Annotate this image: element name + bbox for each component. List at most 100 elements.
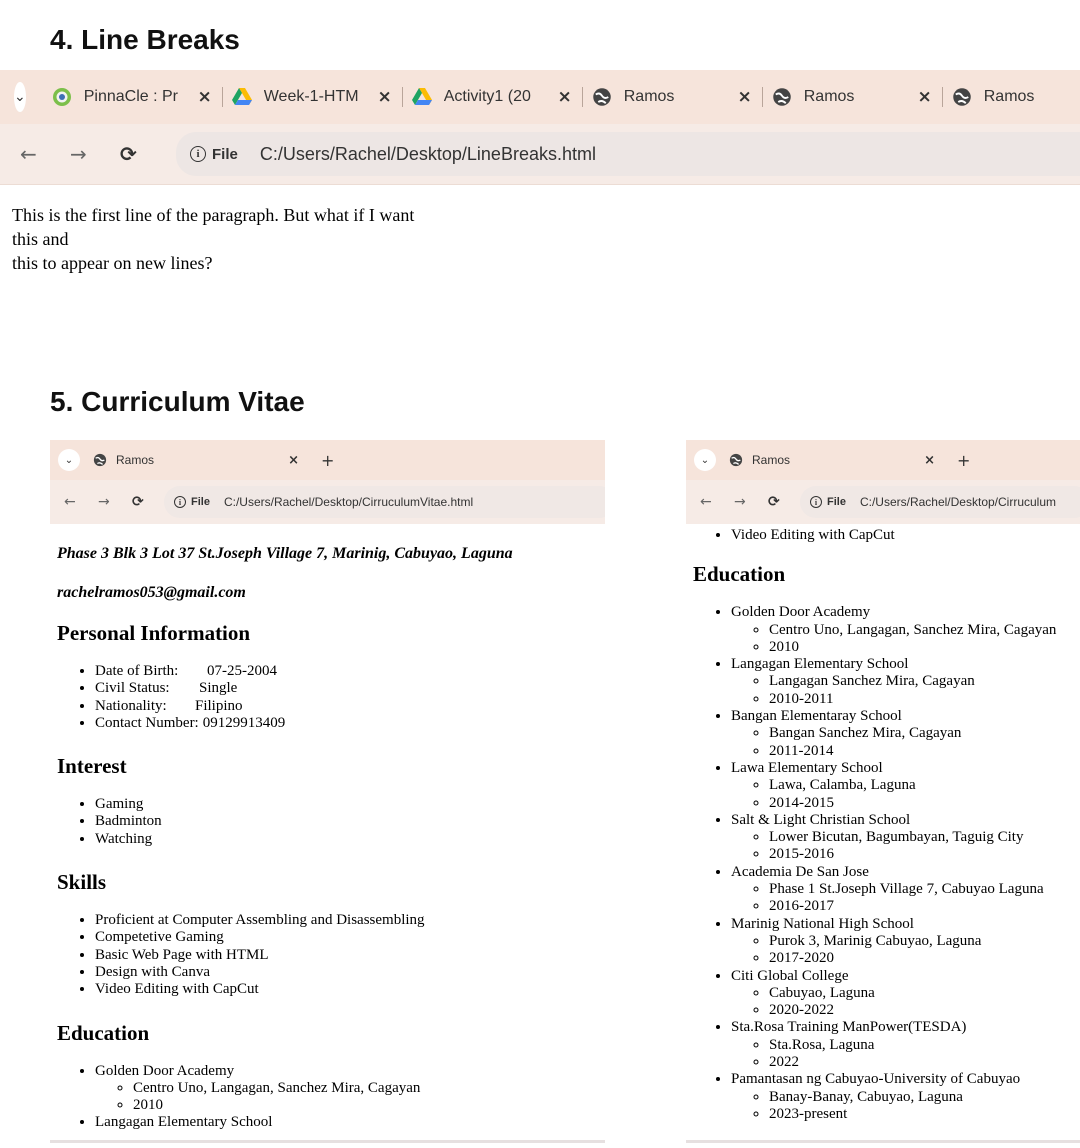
new-tab-button[interactable]: +: [321, 451, 334, 470]
cv-browser-screenshot-left: ⌄ Ramos × + ← → ⟳ i File C:/Users/Rachel…: [50, 440, 605, 1143]
close-icon[interactable]: ×: [924, 453, 935, 468]
site-info-chip[interactable]: i File: [190, 146, 238, 163]
list-item: Gaming: [95, 796, 513, 813]
back-button[interactable]: ←: [700, 494, 720, 510]
tab-5[interactable]: Ramos ×: [761, 70, 942, 124]
personal-info-label: Civil Status:: [95, 680, 170, 697]
close-icon[interactable]: ×: [737, 87, 751, 107]
school-name: Bangan Elementaray School: [731, 708, 902, 725]
forward-button[interactable]: →: [734, 494, 754, 510]
school-details: Langagan Sanchez Mira, Cagayan2010-2011: [731, 673, 1056, 708]
back-button[interactable]: ←: [20, 142, 50, 166]
address-bar[interactable]: i File C:/Users/Rachel/Desktop/LineBreak…: [176, 132, 1080, 176]
chevron-down-icon: ⌄: [700, 454, 710, 466]
school-details: Phase 1 St.Joseph Village 7, Cabuyao Lag…: [731, 881, 1056, 916]
school-detail: Centro Uno, Langagan, Sanchez Mira, Caga…: [769, 622, 1056, 639]
site-info-chip[interactable]: i File: [810, 496, 846, 508]
reload-button[interactable]: ⟳: [132, 494, 152, 510]
school-name: Salt & Light Christian School: [731, 811, 911, 828]
school-details: Cabuyao, Laguna2020-2022: [731, 985, 1056, 1020]
reload-button[interactable]: ⟳: [120, 142, 150, 166]
school-detail: Lawa, Calamba, Laguna: [769, 777, 1056, 794]
info-icon: i: [190, 146, 206, 162]
forward-button[interactable]: →: [70, 142, 100, 166]
cv-address: Phase 3 Blk 3 Lot 37 St.Joseph Village 7…: [57, 545, 513, 562]
tab-label: Ramos: [116, 453, 155, 467]
school-detail: Langagan Sanchez Mira, Cagayan: [769, 673, 1056, 690]
school-detail: Cabuyao, Laguna: [769, 985, 1056, 1002]
personal-info-item: Civil Status: Single: [95, 680, 513, 697]
school-detail: 2010: [133, 1097, 513, 1114]
school-detail: Purok 3, Marinig Cabuyao, Laguna: [769, 933, 1056, 950]
globe-icon: [728, 452, 744, 468]
list-item: Competetive Gaming: [95, 929, 513, 946]
school-detail: Banay-Banay, Cabuyao, Laguna: [769, 1089, 1056, 1106]
tab-search-button[interactable]: ⌄: [58, 449, 80, 471]
tab-label: Ramos: [752, 453, 791, 467]
window-bottom-edge: [50, 1140, 605, 1143]
list-item: Proficient at Computer Assembling and Di…: [95, 912, 513, 929]
reload-button[interactable]: ⟳: [768, 494, 788, 510]
tab-ramos[interactable]: Ramos ×: [92, 440, 307, 480]
close-icon[interactable]: ×: [197, 87, 211, 107]
school-detail: Centro Uno, Langagan, Sanchez Mira, Caga…: [133, 1080, 513, 1097]
personal-info-label: Nationality:: [95, 697, 167, 714]
pinnacle-icon: [52, 87, 72, 107]
school-detail: 2014-2015: [769, 795, 1056, 812]
tab-label: Week-1-HTM: [263, 88, 359, 105]
new-tab-button[interactable]: +: [957, 451, 970, 470]
skills-heading: Skills: [57, 870, 107, 895]
globe-icon: [592, 87, 612, 107]
school-details: Lower Bicutan, Bagumbayan, Taguig City20…: [731, 829, 1056, 864]
address-bar[interactable]: i File C:/Users/Rachel/Desktop/Cirruculu…: [800, 486, 1080, 518]
url-text[interactable]: C:/Users/Rachel/Desktop/LineBreaks.html: [260, 144, 596, 165]
school-name: Pamantasan ng Cabuyao-University of Cabu…: [731, 1071, 1021, 1088]
education-item: Bangan Elementaray SchoolBangan Sanchez …: [731, 708, 1056, 760]
school-detail: 2023-present: [769, 1106, 1056, 1123]
back-button[interactable]: ←: [64, 494, 84, 510]
list-item: Basic Web Page with HTML: [95, 947, 513, 964]
list-item: Watching: [95, 831, 513, 848]
address-bar[interactable]: i File C:/Users/Rachel/Desktop/Cirruculu…: [164, 486, 605, 518]
education-list: Golden Door AcademyCentro Uno, Langagan,…: [57, 1063, 513, 1132]
file-chip-label: File: [827, 496, 846, 508]
cv-browser-screenshot-right: ⌄ Ramos × + ← → ⟳ i File C:/Users/Rachel…: [686, 440, 1080, 1143]
tab-search-button[interactable]: ⌄: [694, 449, 716, 471]
url-text[interactable]: C:/Users/Rachel/Desktop/CirruculumVitae.…: [224, 495, 473, 509]
cv-document: Phase 3 Blk 3 Lot 37 St.Joseph Village 7…: [57, 544, 513, 1132]
school-name: Golden Door Academy: [95, 1062, 235, 1079]
tab-ramos[interactable]: Ramos ×: [728, 440, 943, 480]
tab-strip: ⌄ Ramos × +: [686, 440, 1080, 480]
url-text[interactable]: C:/Users/Rachel/Desktop/Cirruculum: [860, 495, 1056, 509]
file-chip-label: File: [191, 496, 210, 508]
close-icon[interactable]: ×: [917, 87, 931, 107]
toolbar: ← → ⟳ i File C:/Users/Rachel/Desktop/Cir…: [50, 480, 605, 524]
tab-3[interactable]: Activity1 (20 ×: [401, 70, 582, 124]
school-name: Langagan Elementary School: [731, 656, 909, 673]
personal-info-value: Filipino: [195, 697, 243, 714]
tab-1[interactable]: PinnaCle : Pr ×: [42, 70, 222, 124]
school-name: Lawa Elementary School: [731, 759, 883, 776]
school-detail: 2011-2014: [769, 743, 1056, 760]
close-icon[interactable]: ×: [557, 87, 571, 107]
info-icon: i: [810, 496, 822, 508]
list-item: Design with Canva: [95, 964, 513, 981]
google-drive-icon: [411, 87, 432, 107]
personal-info-value: 07-25-2004: [207, 663, 277, 679]
school-detail: Phase 1 St.Joseph Village 7, Cabuyao Lag…: [769, 881, 1056, 898]
tab-search-button[interactable]: ⌄: [14, 82, 26, 112]
tab-4[interactable]: Ramos ×: [581, 70, 762, 124]
page-content: This is the first line of the paragraph.…: [12, 203, 414, 275]
paragraph-line: this and: [12, 229, 69, 249]
close-icon[interactable]: ×: [288, 453, 299, 468]
site-info-chip[interactable]: i File: [174, 496, 210, 508]
close-icon[interactable]: ×: [377, 87, 391, 107]
tab-6[interactable]: Ramos×: [941, 70, 1080, 124]
tab-label: Ramos: [983, 88, 1035, 105]
tab-2[interactable]: Week-1-HTM ×: [221, 70, 402, 124]
tab-label: Ramos: [623, 88, 675, 105]
forward-button[interactable]: →: [98, 494, 118, 510]
chevron-down-icon: ⌄: [64, 454, 74, 466]
school-details: Sta.Rosa, Laguna2022: [731, 1037, 1056, 1072]
section-heading-line-breaks: 4. Line Breaks: [50, 24, 240, 55]
